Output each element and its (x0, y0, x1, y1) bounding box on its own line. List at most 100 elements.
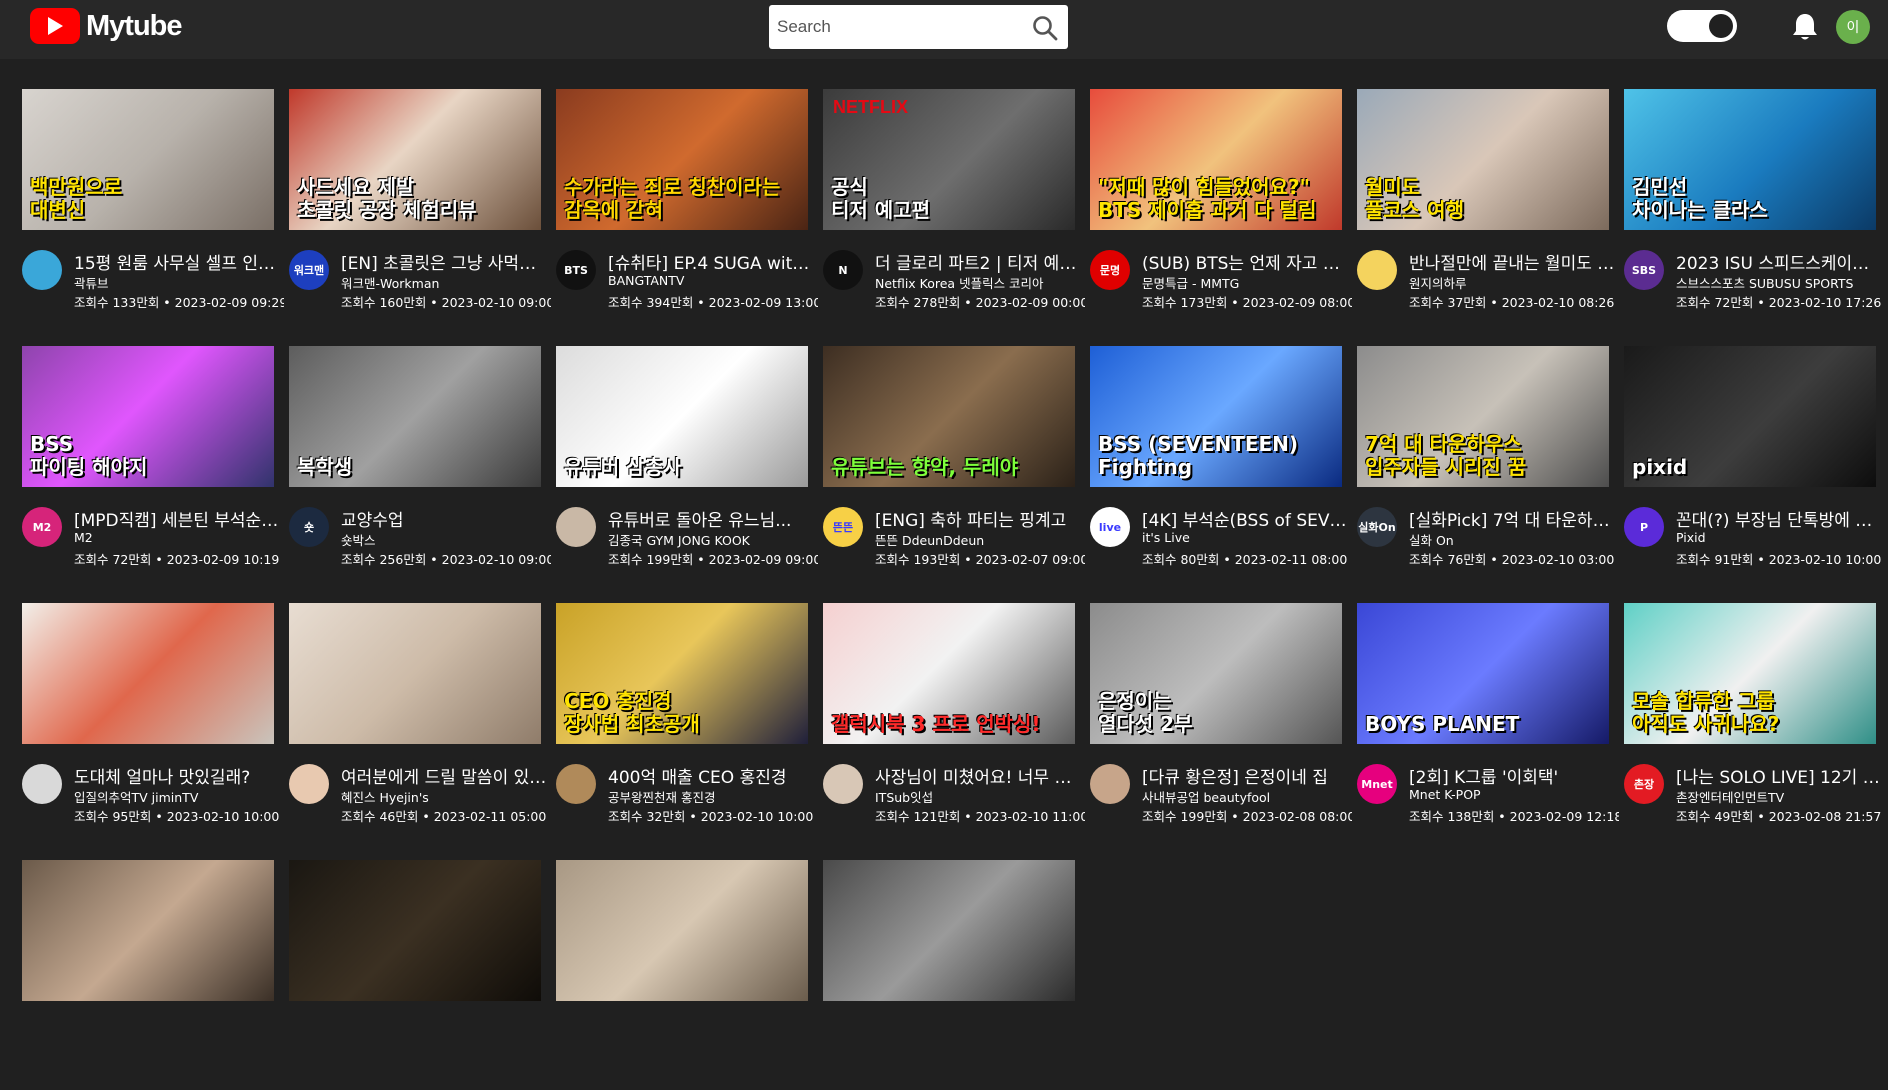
video-thumbnail[interactable]: 유튜브는 향약, 두레야 (823, 346, 1075, 487)
channel-name[interactable]: BANGTANTV (608, 273, 808, 288)
video-card[interactable]: 유튜버 삼총사 유튜버로 돌아온 유느님... 김종국 GYM JONG KOOK 조… (556, 346, 818, 576)
video-thumbnail[interactable]: BOYS PLANET (1357, 603, 1609, 744)
video-title[interactable]: 더 글로리 파트2 | 티저 예고편 (875, 249, 1081, 274)
video-title[interactable]: 도대체 얼마나 맛있길래? (74, 763, 280, 788)
video-card[interactable]: "저때 많이 힘들었어요?" BTS 제이홉 과거 다 털림 문명 (SUB) BT… (1090, 89, 1352, 319)
video-title[interactable]: [ENG] 축하 파티는 핑계고 (875, 506, 1081, 531)
channel-name[interactable]: 곽튜브 (74, 273, 274, 292)
bell-icon[interactable] (1791, 12, 1819, 42)
channel-name[interactable]: Pixid (1676, 530, 1876, 545)
channel-avatar[interactable] (22, 250, 62, 290)
video-thumbnail[interactable] (22, 860, 274, 1001)
video-thumbnail[interactable]: CEO 홍진경 장사법 최초공개 (556, 603, 808, 744)
video-title[interactable]: 꼰대(?) 부장님 단톡방에 초대 (1676, 506, 1882, 531)
video-thumbnail[interactable]: 유튜버 삼총사 (556, 346, 808, 487)
video-title[interactable]: [실화Pick] 7억 대 타운하우스 (1409, 506, 1615, 531)
video-thumbnail[interactable]: 사드세요 제발 초콜릿 공장 체험리뷰 (289, 89, 541, 230)
video-thumbnail[interactable] (823, 860, 1075, 1001)
channel-avatar[interactable] (823, 764, 863, 804)
video-card[interactable] (289, 860, 541, 1090)
video-card[interactable]: 7억 대 타운하우스 입주자들 시리진 꿈실화On [실화Pick] 7억 대 타… (1357, 346, 1615, 576)
video-thumbnail[interactable]: 김민선 차이나는 클라스 (1624, 89, 1876, 230)
channel-avatar[interactable]: live (1090, 507, 1130, 547)
channel-avatar[interactable]: Mnet (1357, 764, 1397, 804)
video-card[interactable]: BSS (SEVENTEEN) Fighting live [4K] 부석순(BSS… (1090, 346, 1348, 576)
video-card[interactable]: 은정이는 열다섯 2부 [다큐 황은정] 은정이네 집 사내뷰공업 beautyfo… (1090, 603, 1352, 833)
channel-name[interactable]: 문명특급 - MMTG (1142, 273, 1342, 292)
video-thumbnail[interactable]: 월미도 풀코스 여행 (1357, 89, 1609, 230)
channel-name[interactable]: 김종국 GYM JONG KOOK (608, 530, 808, 549)
video-card[interactable]: BOYS PLANET Mnet [2회] K그룹 '이회택' Mnet K-POP 조… (1357, 603, 1619, 833)
channel-name[interactable]: 원지의하루 (1409, 273, 1609, 292)
video-title[interactable]: [나는 SOLO LIVE] 12기 옥순 (1676, 763, 1882, 788)
video-thumbnail[interactable]: NETFLIX 공식 티저 예고편 (823, 89, 1075, 230)
video-thumbnail[interactable]: 은정이는 열다섯 2부 (1090, 603, 1342, 744)
channel-avatar[interactable]: 문명 (1090, 250, 1130, 290)
channel-name[interactable]: 스브스스포츠 SUBUSU SPORTS (1676, 273, 1876, 292)
video-thumbnail[interactable] (22, 603, 274, 744)
video-thumbnail[interactable]: 수가라는 죄로 칭찬이라는 감옥에 갇혀 (556, 89, 808, 230)
channel-avatar[interactable] (1090, 764, 1130, 804)
video-thumbnail[interactable]: 7억 대 타운하우스 입주자들 시리진 꿈 (1357, 346, 1609, 487)
channel-name[interactable]: 워크맨-Workman (341, 273, 541, 292)
channel-name[interactable]: Mnet K-POP (1409, 787, 1609, 802)
channel-avatar[interactable] (22, 764, 62, 804)
video-card[interactable]: 월미도 풀코스 여행 반나절만에 끝내는 월미도 여행 원지의하루 조회수 37만회 … (1357, 89, 1615, 319)
video-title[interactable]: 2023 ISU 스피드스케이팅 월드컵 (1676, 249, 1882, 274)
channel-avatar[interactable] (556, 507, 596, 547)
video-thumbnail[interactable] (289, 603, 541, 744)
channel-name[interactable]: 뜬뜬 DdeunDdeun (875, 530, 1075, 549)
channel-name[interactable]: 공부왕찐천재 홍진경 (608, 787, 808, 806)
video-title[interactable]: [슈취타] EP.4 SUGA with 진 (608, 249, 814, 274)
video-title[interactable]: 400억 매출 CEO 홍진경 (608, 763, 814, 788)
video-card[interactable]: 백만원으로 대변신 15평 원룸 사무실 셀프 인테리어곽튜브조회수 133만회 … (22, 89, 284, 319)
video-card[interactable]: CEO 홍진경 장사법 최초공개 400억 매출 CEO 홍진경 공부왕찐천재 홍진… (556, 603, 813, 833)
channel-avatar[interactable]: M2 (22, 507, 62, 547)
channel-name[interactable]: Netflix Korea 넷플릭스 코리아 (875, 273, 1075, 292)
video-card[interactable]: 복학생 숏 교양수업 숏박스 조회수 256만회 • 2023-02-10 09:00 (289, 346, 551, 576)
channel-name[interactable]: 혜진스 Hyejin's (341, 787, 541, 806)
video-title[interactable]: 사장님이 미쳤어요! 너무 싸요 (875, 763, 1081, 788)
channel-name[interactable]: 촌장엔터테인먼트TV (1676, 787, 1876, 806)
channel-name[interactable]: 숏박스 (341, 530, 541, 549)
app-logo[interactable]: Mytube (30, 8, 182, 44)
channel-avatar[interactable]: 숏 (289, 507, 329, 547)
channel-avatar[interactable]: 촌장 (1624, 764, 1664, 804)
search-input[interactable] (777, 7, 1017, 47)
user-avatar[interactable]: 이 (1836, 10, 1870, 44)
video-title[interactable]: [EN] 초콜릿은 그냥 사먹어라 (341, 249, 547, 274)
video-title[interactable]: [4K] 부석순(BSS of SEVENTEEN) (1142, 506, 1348, 531)
video-thumbnail[interactable] (289, 860, 541, 1001)
video-title[interactable]: [MPD직캠] 세븐틴 부석순 직캠 (74, 506, 280, 531)
channel-name[interactable]: it's Live (1142, 530, 1342, 545)
channel-name[interactable]: 사내뷰공업 beautyfool (1142, 787, 1342, 806)
video-thumbnail[interactable] (556, 860, 808, 1001)
video-title[interactable]: 15평 원룸 사무실 셀프 인테리어 (74, 249, 280, 274)
channel-name[interactable]: ITSub잇섭 (875, 787, 1075, 806)
video-title[interactable]: [2회] K그룹 '이회택' (1409, 763, 1615, 788)
video-card[interactable]: 여러분에게 드릴 말씀이 있어요 혜진스 Hyejin's 조회수 46만회 • 2… (289, 603, 547, 833)
video-card[interactable]: 유튜브는 향약, 두레야 뜬뜬 [ENG] 축하 파티는 핑계고 뜬뜬 DdeunDd… (823, 346, 1085, 576)
video-title[interactable]: 교양수업 (341, 506, 547, 531)
video-title[interactable]: 유튜버로 돌아온 유느님... (608, 506, 814, 531)
channel-avatar[interactable] (1357, 250, 1397, 290)
video-title[interactable]: (SUB) BTS는 언제 자고 일어나 (1142, 249, 1348, 274)
channel-avatar[interactable]: BTS (556, 250, 596, 290)
video-card[interactable] (823, 860, 1075, 1090)
video-card[interactable] (556, 860, 808, 1090)
channel-name[interactable]: M2 (74, 530, 274, 545)
channel-avatar[interactable]: P (1624, 507, 1664, 547)
channel-avatar[interactable]: SBS (1624, 250, 1664, 290)
video-card[interactable]: 사드세요 제발 초콜릿 공장 체험리뷰워크맨 [EN] 초콜릿은 그냥 사먹어라 워… (289, 89, 551, 319)
channel-name[interactable]: 실화 On (1409, 530, 1609, 549)
channel-name[interactable]: 입질의추억TV jiminTV (74, 787, 274, 806)
video-card[interactable] (22, 860, 274, 1090)
channel-avatar[interactable]: 실화On (1357, 507, 1397, 547)
search-icon[interactable] (1032, 15, 1058, 41)
theme-toggle[interactable] (1667, 10, 1737, 42)
video-card[interactable]: 갤럭시북 3 프로 언박싱! 사장님이 미쳤어요! 너무 싸요 ITSub잇섭 조회수… (823, 603, 1085, 833)
video-thumbnail[interactable]: BSS (SEVENTEEN) Fighting (1090, 346, 1342, 487)
video-card[interactable]: NETFLIX 공식 티저 예고편 N 더 글로리 파트2 | 티저 예고편 Netfl… (823, 89, 1085, 319)
video-card[interactable]: BSS 파이팅 해야지 M2 [MPD직캠] 세븐틴 부석순 직캠 M2 조회수 72만… (22, 346, 280, 576)
channel-avatar[interactable]: 워크맨 (289, 250, 329, 290)
